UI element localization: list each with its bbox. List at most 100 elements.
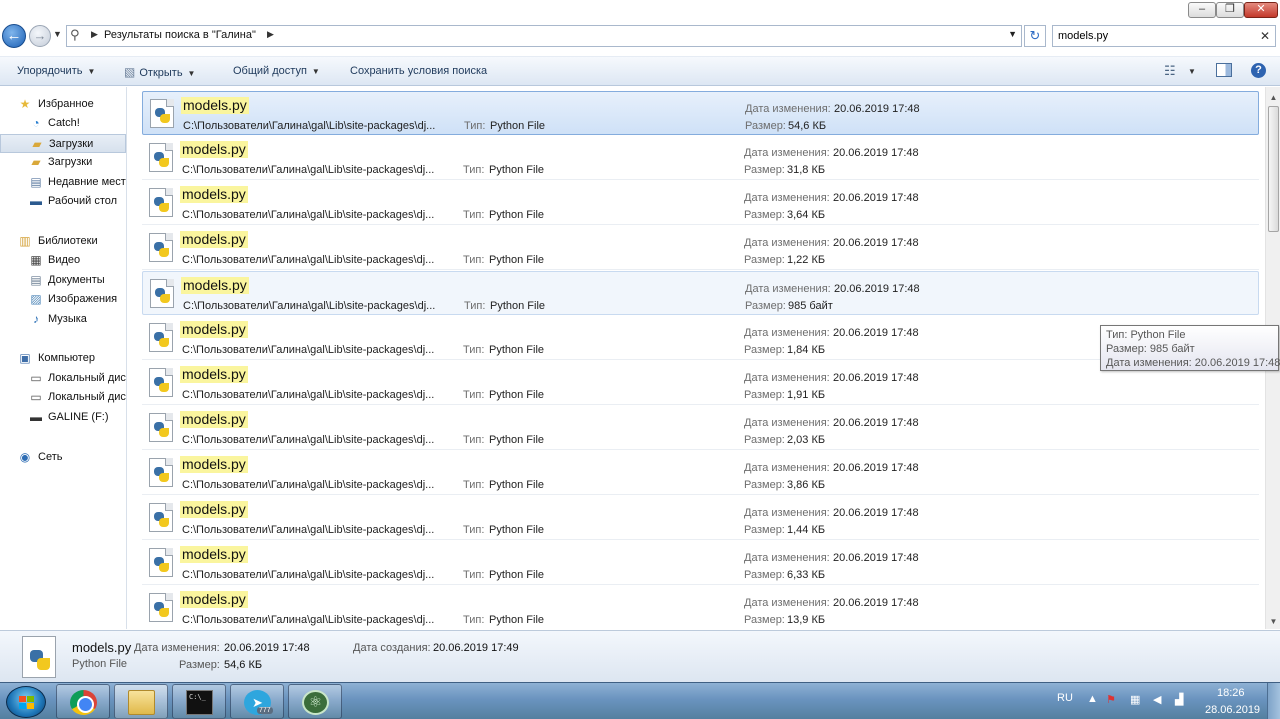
taskbar-telegram[interactable]: ➤ 777	[230, 684, 284, 719]
sidebar-item[interactable]: ◔ Catch!	[0, 114, 126, 133]
taskbar-cmd[interactable]: C:\_	[172, 684, 226, 719]
sidebar-item[interactable]: ♪ Музыка	[0, 310, 126, 329]
back-button[interactable]: ←	[2, 24, 26, 48]
chevron-right-icon[interactable]: ▶	[91, 29, 98, 40]
sidebar-item[interactable]: ◉ Сеть	[0, 448, 126, 467]
view-options-dropdown[interactable]: ▼	[1188, 67, 1196, 76]
clock-time[interactable]: 18:26	[1217, 687, 1245, 699]
result-row[interactable]: models.py C:\Пользователи\Галина\gal\Lib\…	[142, 406, 1259, 450]
open-button[interactable]: ▧ Открыть ▼	[124, 65, 195, 79]
navigation-bar: ← → ▼ ⚲ ▶ Результаты поиска в "Галина" ▶…	[0, 20, 1280, 52]
taskbar-chrome[interactable]	[56, 684, 110, 719]
file-name[interactable]: models.py	[180, 141, 248, 158]
minimize-button[interactable]: –	[1188, 2, 1216, 18]
clock-date[interactable]: 28.06.2019	[1205, 704, 1260, 716]
breadcrumb[interactable]: Результаты поиска в "Галина"	[104, 29, 256, 41]
file-size-value: 3,64 КБ	[787, 209, 826, 221]
maximize-button[interactable]: ❐	[1216, 2, 1244, 18]
signal-icon[interactable]: ▟	[1175, 693, 1183, 706]
sidebar-item[interactable]: ▨ Изображения	[0, 290, 126, 309]
close-button[interactable]: ✕	[1244, 2, 1278, 18]
search-input[interactable]: models.py	[1058, 30, 1108, 42]
clear-search-icon[interactable]: ✕	[1260, 29, 1270, 43]
sidebar-item[interactable]: ▣ Компьютер	[0, 349, 126, 368]
language-indicator[interactable]: RU	[1057, 692, 1073, 704]
file-size-label: Размер:	[744, 614, 785, 626]
sidebar-item[interactable]: ▰ Загрузки	[0, 153, 126, 172]
sidebar-item-label: Загрузки	[49, 138, 94, 150]
chevron-right-icon[interactable]: ▶	[267, 29, 274, 40]
share-button[interactable]: Общий доступ ▼	[233, 65, 320, 77]
result-row[interactable]: models.py C:\Пользователи\Галина\gal\Lib\…	[142, 181, 1259, 225]
taskbar-explorer[interactable]	[114, 684, 168, 719]
sidebar-item[interactable]: ▤ Недавние мест	[0, 173, 126, 192]
file-name[interactable]: models.py	[180, 501, 248, 518]
start-button[interactable]	[6, 686, 46, 718]
file-name[interactable]: models.py	[180, 546, 248, 563]
organize-button[interactable]: Упорядочить ▼	[17, 65, 95, 77]
file-path: C:\Пользователи\Галина\gal\Lib\site-pack…	[182, 524, 435, 536]
change-view-icon[interactable]: ☷	[1164, 63, 1176, 79]
forward-button[interactable]: →	[29, 25, 51, 47]
atom-icon: ⚛	[302, 690, 329, 715]
sidebar-item[interactable]: ▬ GALINE (F:)	[0, 408, 126, 427]
show-hidden-icons-icon[interactable]: ▲	[1087, 693, 1098, 705]
result-row[interactable]: models.py C:\Пользователи\Галина\gal\Lib\…	[142, 496, 1259, 540]
sidebar-item[interactable]: ▬ Рабочий стол	[0, 192, 126, 211]
sidebar-item[interactable]: ▭ Локальный дис	[0, 369, 126, 388]
file-type-label: Тип:	[464, 120, 486, 132]
file-size-label: Размер:	[745, 120, 786, 132]
documents-icon: ▤	[30, 273, 42, 287]
taskbar: C:\_ ➤ 777 ⚛ RU ▲ ⚑ ▦ ◀ ▟ 18:26 28.06.2019	[0, 682, 1280, 719]
help-icon[interactable]: ?	[1251, 63, 1266, 78]
result-row[interactable]: models.py C:\Пользователи\Галина\gal\Lib\…	[142, 541, 1259, 585]
sidebar-item-label: Загрузки	[48, 156, 93, 168]
address-bar[interactable]: ⚲ ▶ Результаты поиска в "Галина" ▶ ▼	[66, 25, 1022, 47]
sidebar-item[interactable]: ▥ Библиотеки	[0, 232, 126, 251]
sidebar-item[interactable]: ▰ Загрузки	[0, 134, 126, 153]
sidebar-item[interactable]: ▦ Видео	[0, 251, 126, 270]
sidebar-item[interactable]: ★ Избранное	[0, 95, 126, 114]
sidebar-item[interactable]: ▤ Документы	[0, 271, 126, 290]
result-row[interactable]: models.py C:\Пользователи\Галина\gal\Lib\…	[142, 226, 1259, 270]
action-center-icon[interactable]: ⚑	[1106, 693, 1116, 706]
result-row[interactable]: models.py C:\Пользователи\Галина\gal\Lib\…	[142, 136, 1259, 180]
result-row[interactable]: models.py C:\Пользователи\Галина\gal\Lib\…	[142, 586, 1259, 629]
organize-label: Упорядочить	[17, 65, 83, 77]
usb-drive-icon: ▬	[30, 410, 42, 424]
scroll-down-icon[interactable]: ▼	[1268, 617, 1279, 626]
file-date-value: 20.06.2019 17:48	[833, 327, 919, 339]
search-box[interactable]: models.py ✕	[1052, 25, 1276, 47]
taskbar-atom[interactable]: ⚛	[288, 684, 342, 719]
preview-pane-icon[interactable]	[1216, 63, 1232, 77]
show-desktop-button[interactable]	[1267, 683, 1280, 719]
file-name[interactable]: models.py	[181, 97, 249, 114]
recent-pages-dropdown[interactable]: ▼	[53, 29, 62, 39]
scroll-up-icon[interactable]: ▲	[1268, 93, 1279, 102]
sidebar-item[interactable]: ▭ Локальный дис	[0, 388, 126, 407]
python-file-icon	[149, 458, 173, 487]
file-name[interactable]: models.py	[180, 411, 248, 428]
volume-icon[interactable]: ◀	[1153, 693, 1161, 706]
sidebar-item-label: Библиотеки	[38, 235, 98, 247]
file-name[interactable]: models.py	[180, 186, 248, 203]
file-name[interactable]: models.py	[180, 366, 248, 383]
result-row[interactable]: models.py C:\Пользователи\Галина\gal\Lib\…	[142, 316, 1259, 360]
python-file-icon	[150, 279, 174, 308]
details-created-label: Дата создания:	[353, 642, 431, 654]
save-search-button[interactable]: Сохранить условия поиска	[350, 65, 487, 77]
network-tray-icon[interactable]: ▦	[1130, 693, 1140, 706]
result-row[interactable]: models.py C:\Пользователи\Галина\gal\Lib\…	[142, 361, 1259, 405]
result-row[interactable]: models.py C:\Пользователи\Галина\gal\Lib\…	[142, 451, 1259, 495]
file-name[interactable]: models.py	[180, 231, 248, 248]
address-dropdown-icon[interactable]: ▼	[1008, 29, 1017, 39]
result-row[interactable]: models.py C:\Пользователи\Галина\gal\Lib\…	[142, 271, 1259, 315]
refresh-button[interactable]: ↻	[1024, 25, 1046, 47]
file-date-value: 20.06.2019 17:48	[833, 192, 919, 204]
file-name[interactable]: models.py	[180, 321, 248, 338]
file-name[interactable]: models.py	[181, 277, 249, 294]
result-row[interactable]: models.py C:\Пользователи\Галина\gal\Lib\…	[142, 91, 1259, 135]
file-name[interactable]: models.py	[180, 456, 248, 473]
file-name[interactable]: models.py	[180, 591, 248, 608]
scrollbar-thumb[interactable]	[1268, 106, 1279, 232]
